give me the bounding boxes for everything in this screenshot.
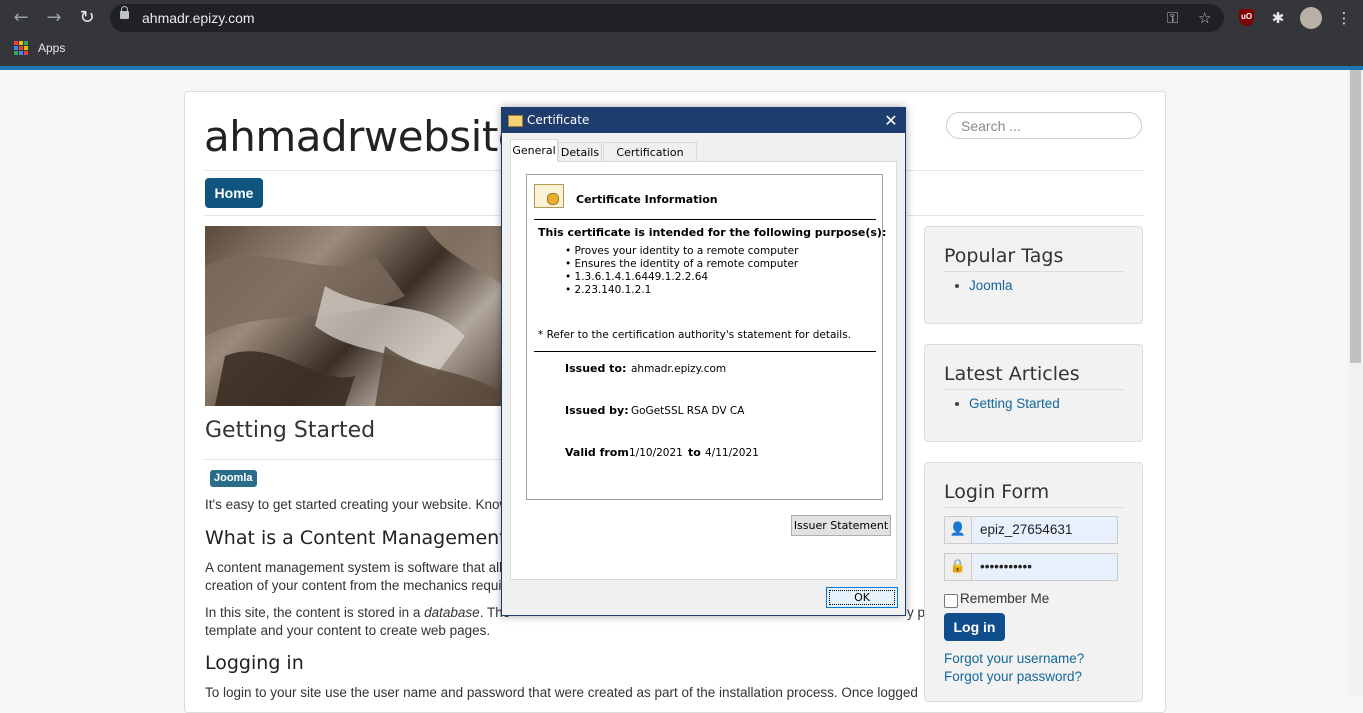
article-link[interactable]: Getting Started xyxy=(969,396,1060,411)
reload-icon[interactable]: ↻ xyxy=(75,6,99,30)
tab-general[interactable]: General xyxy=(510,139,558,162)
certificate-icon xyxy=(508,115,523,127)
purpose-heading: This certificate is intended for the fol… xyxy=(538,226,887,239)
article-image xyxy=(205,226,505,406)
purpose-item: • 2.23.140.1.2.1 xyxy=(565,284,652,296)
forgot-username-link[interactable]: Forgot your username? xyxy=(944,651,1084,666)
popular-tags-module: Popular Tags Joomla xyxy=(924,226,1143,324)
valid-to-label: to xyxy=(688,446,701,459)
seal-icon xyxy=(547,193,559,205)
valid-from-value: 1/10/2021 xyxy=(629,447,683,459)
paragraph-line: To login to your site use the user name … xyxy=(205,685,918,700)
ok-button[interactable]: OK xyxy=(826,587,898,608)
star-icon[interactable]: ☆ xyxy=(1198,7,1211,29)
info-heading: Certificate Information xyxy=(576,193,718,206)
lock-icon[interactable] xyxy=(120,6,129,19)
bullet xyxy=(955,402,959,406)
tag-link[interactable]: Joomla xyxy=(969,278,1013,293)
site-title[interactable]: ahmadrwebsites xyxy=(204,112,545,161)
certificate-info-box: Certificate Information This certificate… xyxy=(526,174,887,500)
password-field[interactable]: 🔒 ••••••••••• xyxy=(944,553,1118,581)
paragraph-line: A content management system is software … xyxy=(205,560,517,575)
divider xyxy=(204,459,504,460)
apps-bookmark[interactable]: Apps xyxy=(38,41,65,55)
authority-note: * Refer to the certification authority's… xyxy=(538,329,852,341)
valid-to-value: 4/11/2021 xyxy=(705,447,759,459)
divider xyxy=(534,219,876,220)
lock-icon: 🔒 xyxy=(945,554,972,580)
login-form-module: Login Form xyxy=(924,462,1143,702)
purpose-item: • Proves your identity to a remote compu… xyxy=(565,245,799,257)
section-heading: What is a Content Management Sys xyxy=(205,527,546,549)
scrollbar-thumb[interactable] xyxy=(1350,70,1361,363)
forgot-password-link[interactable]: Forgot your password? xyxy=(944,669,1082,684)
paragraph-line: creation of your content from the mechan… xyxy=(205,578,514,593)
paragraph-line: In this site, the content is stored in a… xyxy=(205,605,510,620)
accent-line xyxy=(0,66,1363,70)
italic-text: database xyxy=(424,605,480,620)
dialog-title: Certificate xyxy=(527,113,590,127)
browser-toolbar: ← → ↻ ahmadr.epizy.com ⚿ ☆ uO ✱ ⋮ xyxy=(0,0,1363,36)
menu-icon[interactable]: ⋮ xyxy=(1332,6,1356,30)
general-tab-panel: Certificate Information This certificate… xyxy=(510,161,897,580)
dialog-titlebar[interactable]: Certificate ✕ xyxy=(502,108,905,133)
article-title[interactable]: Getting Started xyxy=(205,418,375,443)
module-title: Login Form xyxy=(944,481,1050,503)
avatar[interactable] xyxy=(1300,7,1322,29)
user-icon: 👤 xyxy=(945,517,972,543)
tab-certification-path[interactable]: Certification Path xyxy=(603,142,697,178)
bullet xyxy=(955,284,959,288)
purpose-item: • 1.3.6.1.4.1.6449.1.2.2.64 xyxy=(565,271,709,283)
divider xyxy=(534,351,876,352)
divider xyxy=(944,389,1124,390)
leaves-illustration xyxy=(205,226,505,406)
issued-to-value: ahmadr.epizy.com xyxy=(631,363,727,375)
issued-by-label: Issued by: xyxy=(565,404,629,417)
close-icon[interactable]: ✕ xyxy=(879,109,903,132)
key-icon[interactable]: ⚿ xyxy=(1167,7,1178,29)
valid-from-label: Valid from xyxy=(565,446,629,459)
username-value[interactable]: epiz_27654631 xyxy=(980,517,1072,543)
back-icon[interactable]: ← xyxy=(9,6,33,30)
divider xyxy=(944,507,1124,508)
module-title: Latest Articles xyxy=(944,363,1080,385)
search-input[interactable] xyxy=(946,112,1142,139)
latest-articles-module: Latest Articles Getting Started xyxy=(924,344,1143,442)
purpose-item: • Ensures the identity of a remote compu… xyxy=(565,258,799,270)
issuer-statement-button[interactable]: Issuer Statement xyxy=(791,515,891,536)
password-value[interactable]: ••••••••••• xyxy=(980,554,1032,580)
username-field[interactable]: 👤 epiz_27654631 xyxy=(944,516,1118,544)
section-heading: Logging in xyxy=(205,652,304,674)
issued-to-label: Issued to: xyxy=(565,362,627,375)
ublock-icon[interactable]: uO xyxy=(1239,9,1254,26)
login-button[interactable]: Log in xyxy=(944,613,1005,641)
apps-grid-icon[interactable] xyxy=(14,41,28,55)
nav-home-button[interactable]: Home xyxy=(205,178,263,208)
remember-label[interactable]: Remember Me xyxy=(960,591,1049,606)
article-intro: It's easy to get started creating your w… xyxy=(205,497,513,512)
remember-checkbox[interactable] xyxy=(944,594,958,608)
bookmarks-bar: Apps xyxy=(0,36,1363,66)
module-title: Popular Tags xyxy=(944,245,1064,267)
divider xyxy=(944,271,1124,272)
address-bar[interactable]: ahmadr.epizy.com ⚿ ☆ xyxy=(110,4,1224,32)
tab-details[interactable]: Details xyxy=(558,142,602,161)
text-run: In this site, the content is stored in a xyxy=(205,605,425,620)
paragraph-line: template and your content to create web … xyxy=(205,623,491,638)
issued-by-value: GoGetSSL RSA DV CA xyxy=(631,405,745,417)
certificate-dialog: Certificate ✕ General Details Certificat… xyxy=(501,107,906,616)
puzzle-icon[interactable]: ✱ xyxy=(1266,6,1290,30)
url-text[interactable]: ahmadr.epizy.com xyxy=(142,4,255,32)
tag-badge[interactable]: Joomla xyxy=(210,470,257,487)
forward-icon[interactable]: → xyxy=(42,6,66,30)
